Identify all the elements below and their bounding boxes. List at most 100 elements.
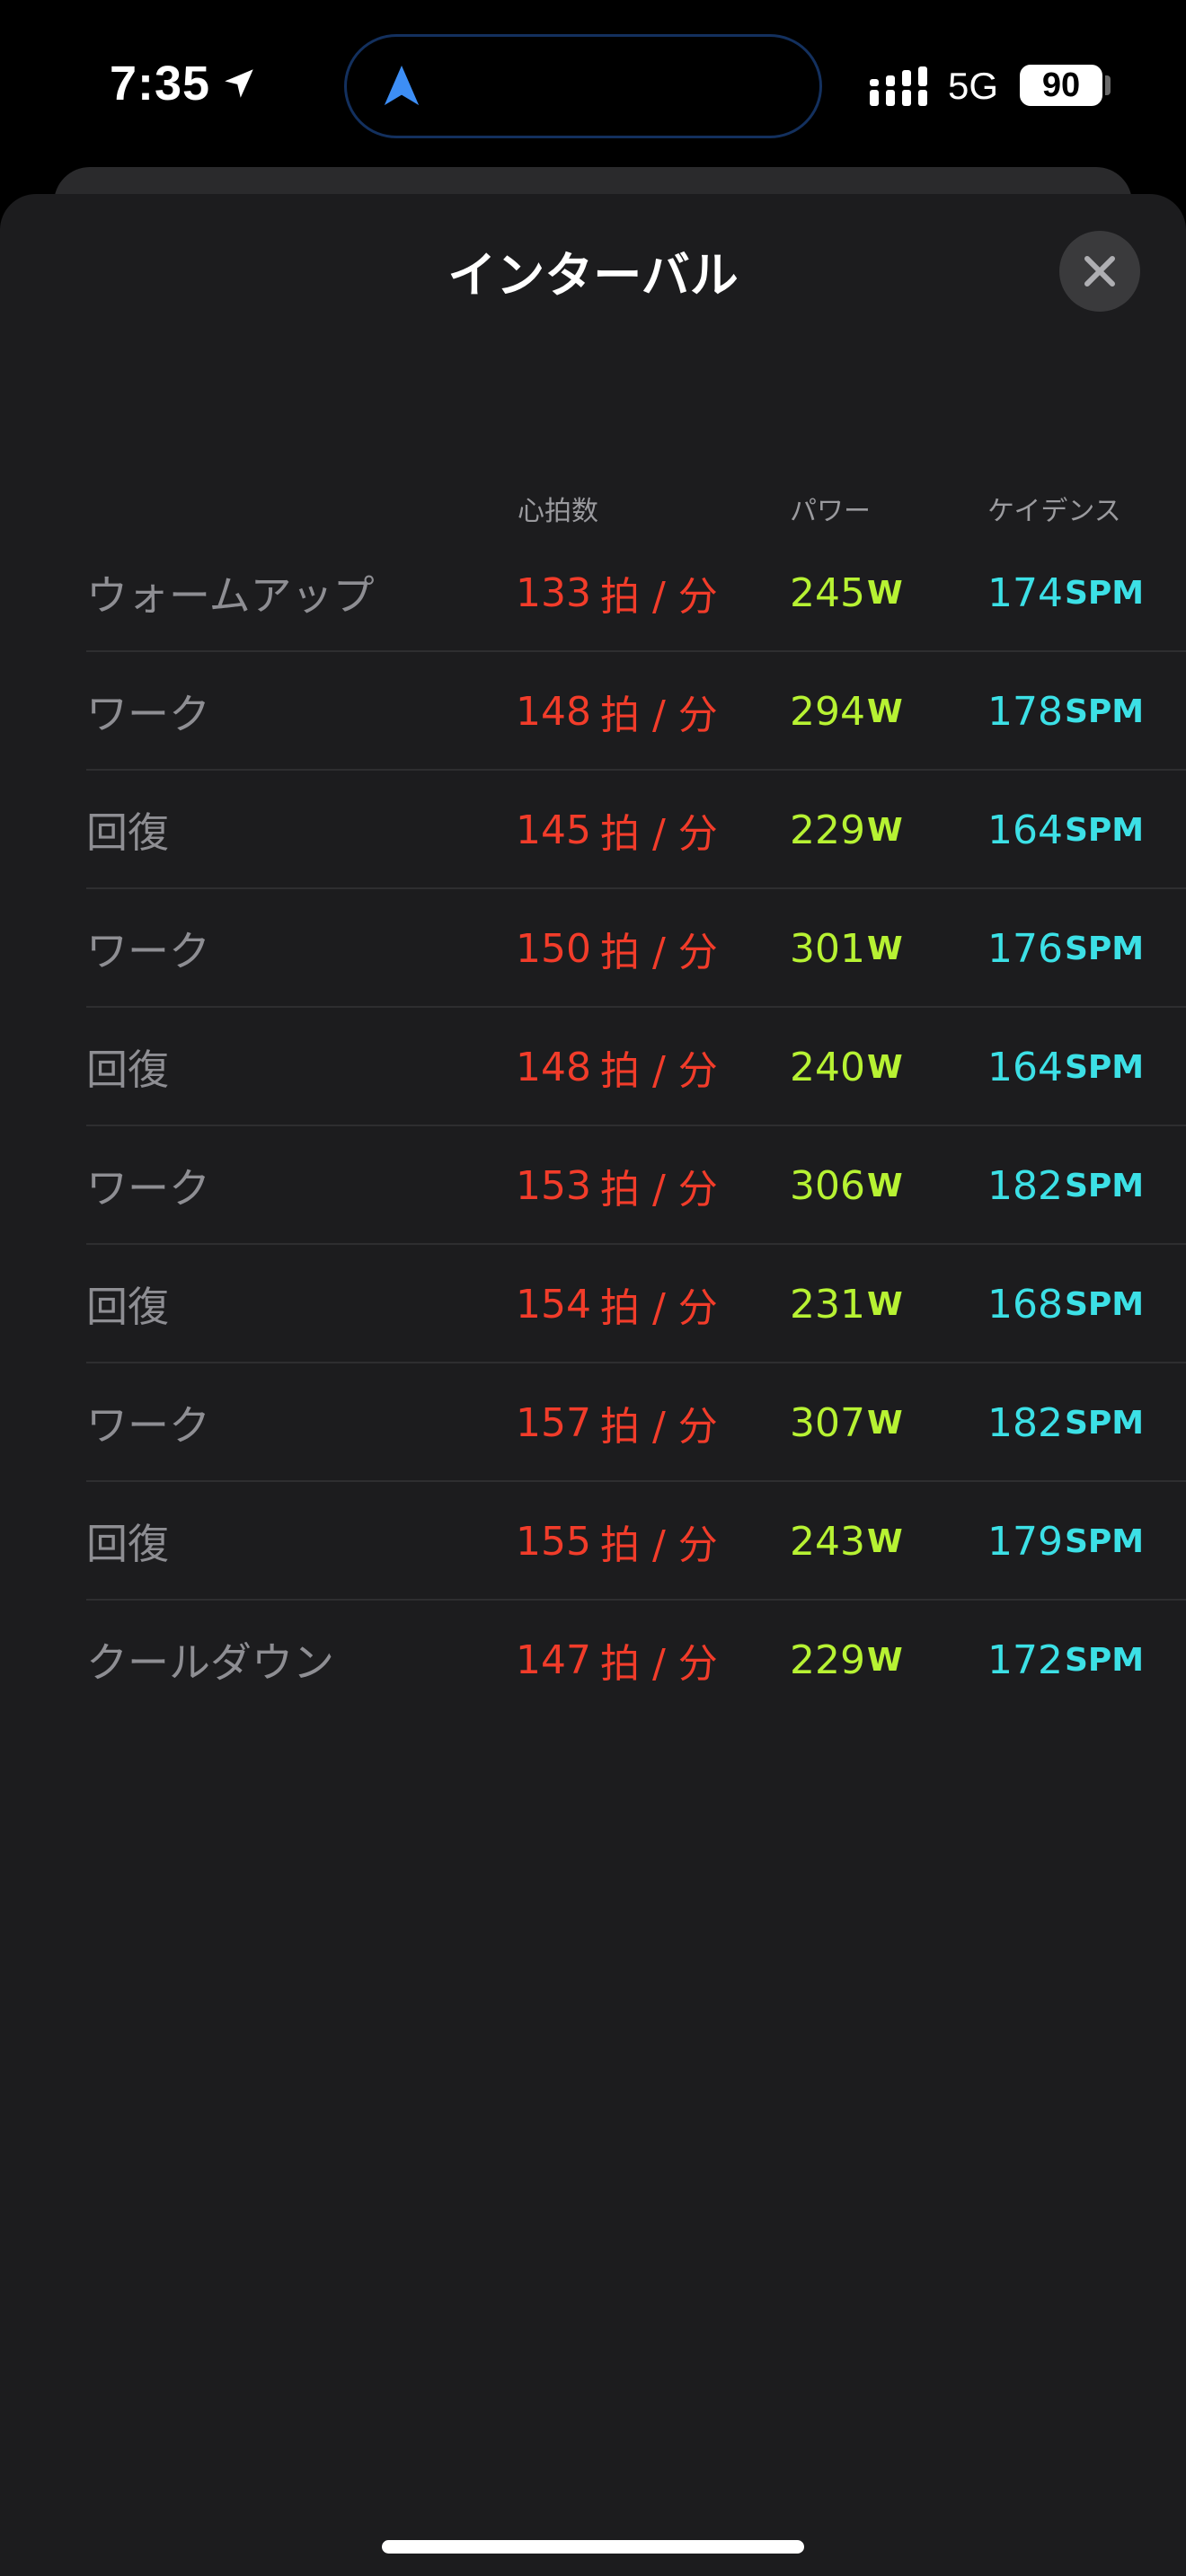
cadence-unit: SPM bbox=[1064, 1404, 1145, 1442]
phase-label: 回復 bbox=[86, 808, 169, 857]
heart-rate-unit: 拍 / 分 bbox=[599, 1167, 718, 1213]
heart-rate-number: 147 bbox=[516, 1636, 591, 1683]
heart-rate-number: 148 bbox=[516, 1044, 591, 1090]
phase-label: 回復 bbox=[86, 1520, 169, 1568]
power-number: 229 bbox=[790, 807, 865, 853]
cadence-number: 182 bbox=[987, 1162, 1063, 1209]
power-unit: W bbox=[866, 693, 903, 730]
sheet-title: インターバル bbox=[447, 247, 739, 304]
home-indicator[interactable] bbox=[382, 2540, 804, 2554]
heart-rate-unit: 拍 / 分 bbox=[599, 693, 718, 738]
cadence-unit: SPM bbox=[1064, 1167, 1145, 1204]
heart-rate-number: 150 bbox=[516, 925, 591, 972]
power-value: 307 W bbox=[790, 1363, 903, 1482]
power-number: 301 bbox=[790, 925, 865, 972]
heart-rate-number: 154 bbox=[516, 1281, 591, 1328]
heart-rate-number: 145 bbox=[516, 807, 591, 853]
cadence-number: 182 bbox=[987, 1399, 1063, 1446]
cadence-number: 164 bbox=[987, 1044, 1063, 1090]
phase-label: クールダウン bbox=[86, 1638, 334, 1687]
power-unit: W bbox=[866, 811, 903, 849]
power-value: 294 W bbox=[790, 652, 903, 771]
cadence-unit: SPM bbox=[1064, 1048, 1145, 1086]
heart-rate-value: 157 拍 / 分 bbox=[516, 1363, 718, 1482]
heart-rate-value: 154 拍 / 分 bbox=[516, 1245, 718, 1363]
power-unit: W bbox=[866, 1522, 903, 1560]
cadence-unit: SPM bbox=[1064, 1641, 1145, 1679]
cadence-value: 178 SPM bbox=[987, 652, 1144, 771]
power-number: 245 bbox=[790, 569, 865, 616]
table-row: 回復 154 拍 / 分 231 W 168 SPM bbox=[86, 1245, 1186, 1363]
close-button[interactable] bbox=[1059, 231, 1140, 312]
table-row: クールダウン 147 拍 / 分 229 W 172 SPM bbox=[86, 1601, 1186, 1719]
cadence-unit: SPM bbox=[1064, 1285, 1145, 1323]
power-unit: W bbox=[866, 1285, 903, 1323]
heart-rate-number: 155 bbox=[516, 1518, 591, 1565]
status-time: 7:35 bbox=[110, 57, 211, 110]
power-unit: W bbox=[866, 1167, 903, 1204]
location-arrow-icon bbox=[225, 69, 253, 98]
power-value: 229 W bbox=[790, 1601, 903, 1719]
column-header-heart-rate: 心拍数 bbox=[518, 496, 598, 527]
cadence-value: 176 SPM bbox=[987, 889, 1144, 1008]
power-value: 306 W bbox=[790, 1126, 903, 1245]
heart-rate-value: 133 拍 / 分 bbox=[516, 534, 718, 652]
power-number: 294 bbox=[790, 688, 865, 735]
power-number: 240 bbox=[790, 1044, 865, 1090]
heart-rate-value: 153 拍 / 分 bbox=[516, 1126, 718, 1245]
power-unit: W bbox=[866, 574, 903, 612]
phase-label: 回復 bbox=[86, 1045, 169, 1094]
cadence-number: 168 bbox=[987, 1281, 1063, 1328]
status-bar: 7:35 5G 90 bbox=[0, 0, 1186, 162]
cadence-number: 174 bbox=[987, 569, 1063, 616]
network-type: 5G bbox=[948, 65, 999, 107]
phase-label: ワーク bbox=[86, 927, 210, 975]
navigation-arrow-icon bbox=[384, 66, 420, 106]
power-unit: W bbox=[866, 1641, 903, 1679]
power-unit: W bbox=[866, 1048, 903, 1086]
power-unit: W bbox=[866, 1404, 903, 1442]
heart-rate-unit: 拍 / 分 bbox=[599, 1522, 718, 1568]
heart-rate-value: 155 拍 / 分 bbox=[516, 1482, 718, 1601]
table-row: 回復 155 拍 / 分 243 W 179 SPM bbox=[86, 1482, 1186, 1601]
power-value: 243 W bbox=[790, 1482, 903, 1601]
heart-rate-unit: 拍 / 分 bbox=[599, 1048, 718, 1094]
table-row: 回復 145 拍 / 分 229 W 164 SPM bbox=[86, 771, 1186, 889]
power-value: 245 W bbox=[790, 534, 903, 652]
cadence-value: 182 SPM bbox=[987, 1363, 1144, 1482]
power-unit: W bbox=[866, 930, 903, 967]
cadence-unit: SPM bbox=[1064, 1522, 1145, 1560]
power-value: 231 W bbox=[790, 1245, 903, 1363]
heart-rate-value: 148 拍 / 分 bbox=[516, 1008, 718, 1126]
table-row: 回復 148 拍 / 分 240 W 164 SPM bbox=[86, 1008, 1186, 1126]
power-number: 307 bbox=[790, 1399, 865, 1446]
cadence-unit: SPM bbox=[1064, 811, 1145, 849]
phase-label: ワーク bbox=[86, 690, 210, 738]
close-icon bbox=[1084, 256, 1115, 287]
cadence-number: 164 bbox=[987, 807, 1063, 853]
column-header-power: パワー bbox=[790, 496, 871, 527]
heart-rate-value: 150 拍 / 分 bbox=[516, 889, 718, 1008]
phase-label: 回復 bbox=[86, 1283, 169, 1331]
heart-rate-unit: 拍 / 分 bbox=[599, 930, 718, 975]
table-row: ワーク 150 拍 / 分 301 W 176 SPM bbox=[86, 889, 1186, 1008]
cadence-value: 172 SPM bbox=[987, 1601, 1144, 1719]
heart-rate-unit: 拍 / 分 bbox=[599, 574, 718, 620]
cadence-number: 176 bbox=[987, 925, 1063, 972]
power-value: 240 W bbox=[790, 1008, 903, 1126]
cadence-value: 174 SPM bbox=[987, 534, 1144, 652]
heart-rate-number: 157 bbox=[516, 1399, 591, 1446]
dynamic-island[interactable] bbox=[344, 34, 822, 138]
battery-nub bbox=[1105, 75, 1111, 95]
cadence-unit: SPM bbox=[1064, 574, 1145, 612]
heart-rate-unit: 拍 / 分 bbox=[599, 811, 718, 857]
cadence-value: 179 SPM bbox=[987, 1482, 1144, 1601]
heart-rate-unit: 拍 / 分 bbox=[599, 1285, 718, 1331]
table-row: ウォームアップ 133 拍 / 分 245 W 174 SPM bbox=[86, 534, 1186, 652]
cadence-number: 179 bbox=[987, 1518, 1063, 1565]
phase-label: ワーク bbox=[86, 1401, 210, 1450]
heart-rate-value: 147 拍 / 分 bbox=[516, 1601, 718, 1719]
column-header-cadence: ケイデンス bbox=[987, 496, 1121, 527]
heart-rate-unit: 拍 / 分 bbox=[599, 1404, 718, 1450]
battery-indicator: 90 bbox=[1020, 65, 1102, 106]
